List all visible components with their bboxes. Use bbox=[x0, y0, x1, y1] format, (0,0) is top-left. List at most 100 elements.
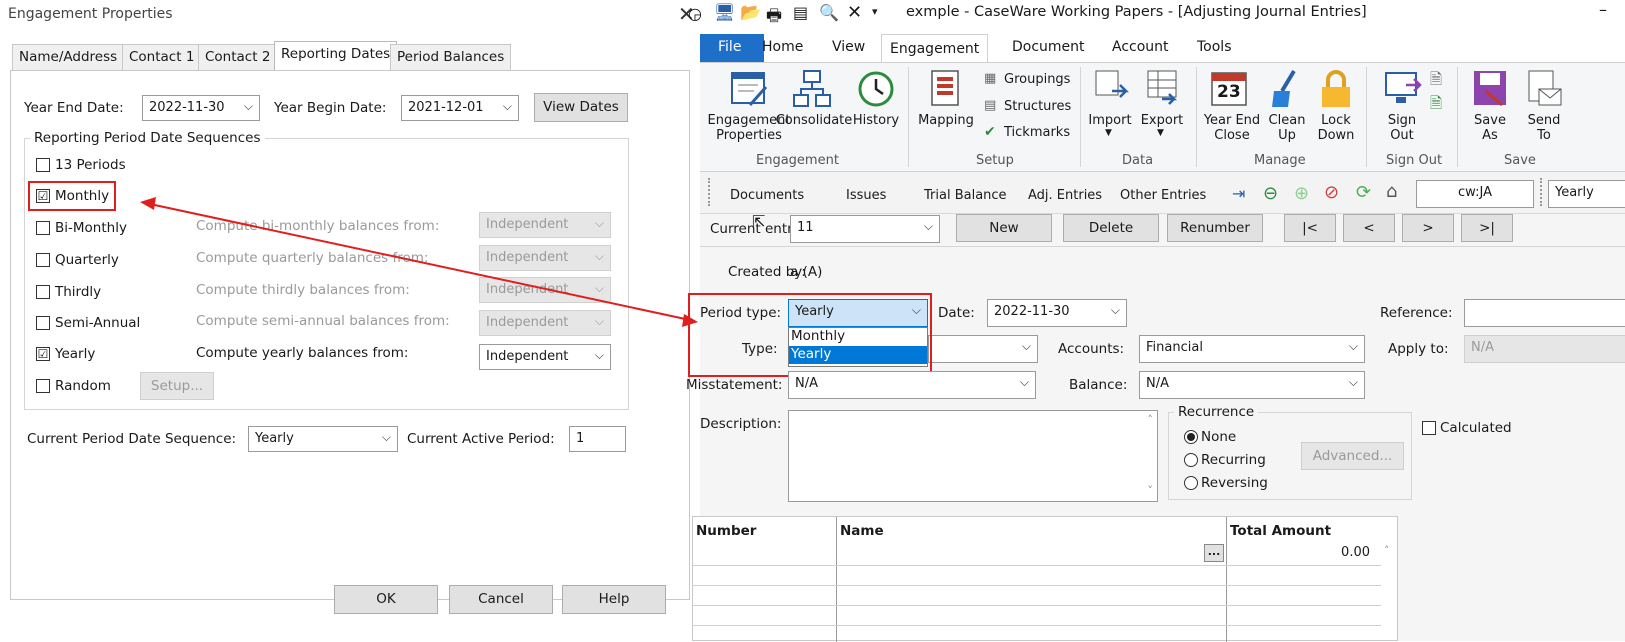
computer-icon[interactable]: 🖥 bbox=[714, 3, 736, 23]
last-entry-button[interactable]: >| bbox=[1461, 214, 1513, 242]
send-to-button[interactable]: Send To bbox=[1522, 113, 1566, 143]
tab-account[interactable]: Account bbox=[1112, 39, 1169, 55]
lock-down-button[interactable]: Lock Down bbox=[1312, 113, 1360, 143]
column-header-name[interactable]: Name bbox=[840, 523, 884, 539]
sign-out-button[interactable]: Sign Out bbox=[1380, 113, 1424, 143]
nav-other-entries[interactable]: Other Entries bbox=[1120, 188, 1206, 203]
history-button[interactable]: History bbox=[850, 113, 902, 128]
tab-reporting-dates[interactable]: Reporting Dates bbox=[274, 41, 398, 71]
tab-view[interactable]: View bbox=[832, 39, 865, 55]
customize-toolbar-icon[interactable]: ▾ bbox=[872, 5, 878, 18]
current-entry-select[interactable]: 11 ⌵ bbox=[790, 215, 940, 243]
total-amount-cell[interactable]: 0.00 bbox=[1300, 545, 1370, 560]
next-entry-button[interactable]: > bbox=[1402, 214, 1454, 242]
checkbox-quarterly[interactable] bbox=[36, 253, 50, 267]
new-entry-button[interactable]: New bbox=[956, 214, 1052, 242]
tab-contact-1[interactable]: Contact 1 bbox=[122, 44, 202, 70]
go-to-end-icon[interactable]: ⇥ bbox=[1232, 184, 1245, 203]
chevron-down-icon: ⌵ bbox=[594, 348, 604, 362]
stop-icon[interactable]: ⊘ bbox=[1324, 182, 1339, 203]
view-dates-button[interactable]: View Dates bbox=[534, 93, 628, 122]
tab-tools[interactable]: Tools bbox=[1197, 39, 1232, 55]
delete-entry-button[interactable]: Delete bbox=[1063, 214, 1159, 242]
column-header-number[interactable]: Number bbox=[696, 523, 756, 539]
tab-contact-2[interactable]: Contact 2 bbox=[198, 44, 278, 70]
ok-button[interactable]: OK bbox=[334, 585, 438, 614]
tab-engagement[interactable]: Engagement bbox=[881, 34, 989, 63]
thirdly-source-select[interactable]: Independent ⌵ bbox=[479, 277, 611, 303]
semi-annual-source-select[interactable]: Independent ⌵ bbox=[479, 310, 611, 336]
current-sequence-select[interactable]: Yearly ⌵ bbox=[248, 426, 398, 452]
checkbox-thirdly[interactable] bbox=[36, 285, 50, 299]
export-button[interactable]: Export bbox=[1140, 113, 1184, 128]
tab-document[interactable]: Document bbox=[1012, 39, 1085, 55]
tab-home[interactable]: Home bbox=[762, 39, 803, 55]
bi-monthly-source-select[interactable]: Independent ⌵ bbox=[479, 212, 611, 238]
home-icon[interactable]: ⌂ bbox=[1386, 181, 1397, 202]
nav-adj-entries[interactable]: Adj. Entries bbox=[1028, 188, 1102, 203]
period-select[interactable]: Yearly bbox=[1548, 180, 1625, 208]
document-tree-icon[interactable]: ▤ bbox=[793, 3, 808, 22]
checkbox-13-periods[interactable] bbox=[36, 158, 50, 172]
nav-issues[interactable]: Issues bbox=[846, 188, 886, 203]
checkbox-monthly[interactable]: ☑ bbox=[36, 189, 50, 203]
tickmarks-button[interactable]: Tickmarks bbox=[1004, 125, 1070, 140]
groupings-button[interactable]: Groupings bbox=[1004, 72, 1070, 87]
year-begin-date-field[interactable]: 2021-12-01 ⌵ bbox=[401, 95, 519, 121]
misstatement-select[interactable]: N/A ⌵ bbox=[788, 371, 1036, 399]
ellipsis-button[interactable]: ... bbox=[1204, 544, 1224, 562]
save-as-button[interactable]: Save As bbox=[1468, 113, 1512, 143]
tab-file[interactable]: File bbox=[700, 34, 764, 62]
year-end-date-field[interactable]: 2022-11-30 ⌵ bbox=[142, 95, 260, 121]
clean-up-button[interactable]: Clean Up bbox=[1266, 113, 1308, 143]
balance-select[interactable]: N/A ⌵ bbox=[1139, 371, 1365, 399]
document-search-input[interactable]: cw:JA bbox=[1416, 180, 1534, 208]
quarterly-source-select[interactable]: Independent ⌵ bbox=[479, 245, 611, 271]
apply-to-select[interactable]: N/A bbox=[1464, 335, 1625, 363]
type-select[interactable]: ⌵ bbox=[928, 335, 1038, 363]
mapping-button[interactable]: Mapping bbox=[916, 113, 976, 128]
calculated-checkbox[interactable] bbox=[1422, 421, 1436, 435]
radio-none[interactable] bbox=[1184, 430, 1198, 444]
forward-arrow-icon[interactable]: ⊕ bbox=[1294, 183, 1309, 204]
current-active-period-input[interactable]: 1 bbox=[569, 426, 626, 452]
refresh-icon[interactable]: ⟳ bbox=[1356, 182, 1371, 203]
radio-reversing[interactable] bbox=[1184, 476, 1198, 490]
previous-entry-button[interactable]: < bbox=[1343, 214, 1395, 242]
checkbox-yearly[interactable]: ☑ bbox=[36, 347, 50, 361]
help-button[interactable]: Help bbox=[562, 585, 666, 614]
accounts-label: Accounts: bbox=[1058, 341, 1125, 357]
print-icon[interactable]: 🖶 bbox=[766, 3, 782, 32]
nav-trial-balance[interactable]: Trial Balance bbox=[924, 188, 1007, 203]
tab-name-address[interactable]: Name/Address bbox=[12, 44, 125, 70]
reference-input[interactable] bbox=[1464, 299, 1625, 327]
print-preview-icon[interactable]: 🔍 bbox=[819, 3, 839, 22]
scroll-up-icon[interactable]: ˄ bbox=[1384, 544, 1390, 557]
checkbox-semi-annual[interactable] bbox=[36, 316, 50, 330]
column-header-total-amount[interactable]: Total Amount bbox=[1230, 523, 1331, 539]
date-field[interactable]: 2022-11-30 ⌵ bbox=[987, 299, 1127, 327]
renumber-button[interactable]: Renumber bbox=[1167, 214, 1263, 242]
import-button[interactable]: Import bbox=[1088, 113, 1132, 128]
back-arrow-icon[interactable]: ⊖ bbox=[1263, 183, 1278, 204]
description-textarea[interactable]: ˄ ˅ bbox=[788, 410, 1158, 502]
advanced-button[interactable]: Advanced... bbox=[1301, 442, 1404, 470]
checkbox-bi-monthly[interactable] bbox=[36, 221, 50, 235]
minimize-button[interactable]: – bbox=[1599, 0, 1607, 19]
delete-icon[interactable]: ✕ bbox=[847, 2, 862, 23]
compute-bi-monthly-label: Compute bi-monthly balances from: bbox=[196, 218, 440, 234]
radio-recurring[interactable] bbox=[1184, 453, 1198, 467]
setup-button[interactable]: Setup... bbox=[140, 372, 214, 400]
year-end-close-button[interactable]: Year End Close bbox=[1200, 113, 1264, 143]
structures-button[interactable]: Structures bbox=[1004, 99, 1071, 114]
open-folder-icon[interactable]: 📂 bbox=[740, 3, 761, 23]
cancel-button[interactable]: Cancel bbox=[449, 585, 553, 614]
consolidate-button[interactable]: Consolidate bbox=[774, 113, 854, 128]
yearly-source-select[interactable]: Independent ⌵ bbox=[479, 344, 611, 370]
accounts-select[interactable]: Financial ⌵ bbox=[1139, 335, 1365, 363]
first-entry-button[interactable]: |< bbox=[1284, 214, 1336, 242]
scroll-down-icon: ˅ bbox=[1147, 484, 1154, 497]
nav-documents[interactable]: Documents bbox=[730, 188, 804, 203]
tab-period-balances[interactable]: Period Balances bbox=[390, 44, 512, 70]
checkbox-random[interactable] bbox=[36, 379, 50, 393]
